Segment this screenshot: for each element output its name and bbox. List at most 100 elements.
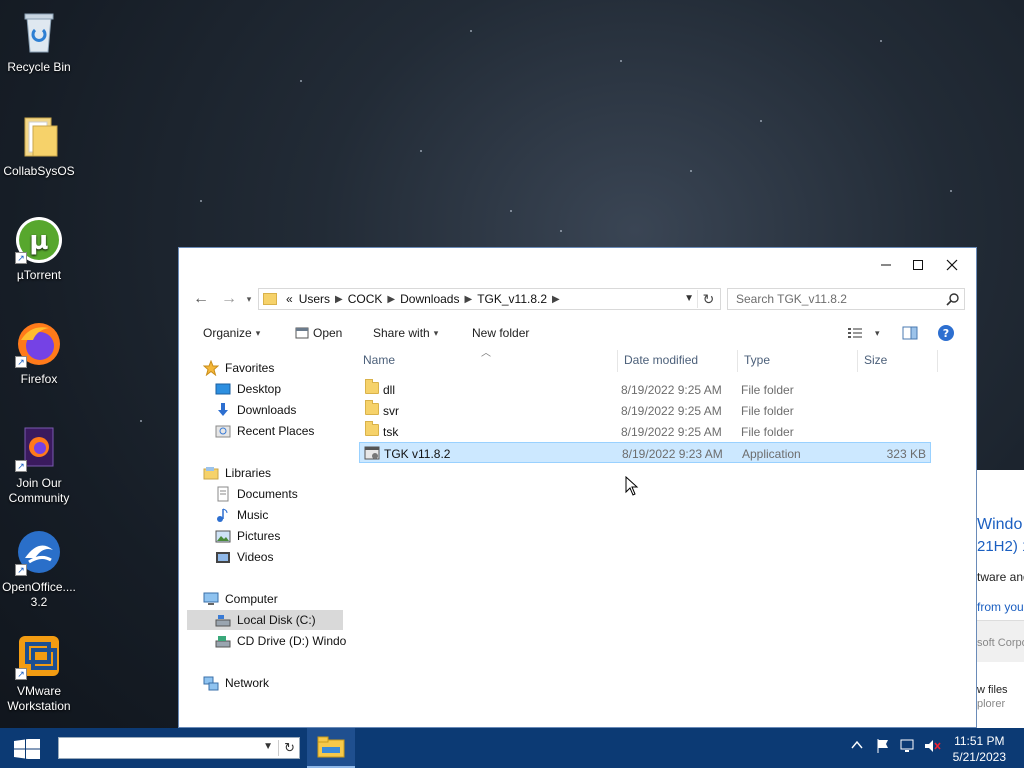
change-view-button[interactable]: ▾ <box>847 326 880 340</box>
desktop-icon-recycle-bin[interactable]: Recycle Bin <box>2 8 76 75</box>
background-window[interactable]: Windo 21H2) 1 tware and from you soft Co… <box>972 470 1024 728</box>
shortcut-arrow-icon: ↗ <box>15 252 27 264</box>
nav-network[interactable]: Network <box>203 673 269 693</box>
column-header-date-modified[interactable]: Date modified <box>624 353 698 367</box>
taskbar-search-input[interactable]: ▼ ↻ <box>58 737 300 759</box>
organize-button[interactable]: Organize ▾ <box>203 326 260 340</box>
address-overflow[interactable]: « <box>286 292 293 306</box>
desktop-icon-utorrent[interactable]: µ ↗ µTorrent <box>2 216 76 283</box>
chevron-right-icon[interactable]: ▶ <box>335 294 343 305</box>
background-text: Windo <box>977 516 1023 533</box>
firefox-icon: ↗ <box>15 320 63 368</box>
title-bar[interactable] <box>179 248 976 282</box>
preview-pane-button[interactable] <box>902 326 918 340</box>
utorrent-icon: µ ↗ <box>15 216 63 264</box>
minimize-button[interactable] <box>871 254 901 276</box>
nav-label: Libraries <box>225 466 272 480</box>
volume-tray-button[interactable] <box>924 738 942 757</box>
forward-button[interactable]: → <box>219 288 239 310</box>
column-separator[interactable] <box>617 350 618 372</box>
file-list[interactable]: ︿ Name Date modified Type Size dll 8/19/… <box>351 348 971 728</box>
column-header-size[interactable]: Size <box>864 353 887 367</box>
nav-label: Pictures <box>237 529 281 543</box>
desktop-icon-openoffice[interactable]: ↗ OpenOffice.... 3.2 <box>2 528 76 610</box>
cd-drive-icon <box>215 633 231 649</box>
file-date: 8/19/2022 9:25 AM <box>621 425 722 439</box>
desktop-icon-label: Firefox <box>20 372 58 386</box>
openoffice-icon: ↗ <box>15 528 63 576</box>
nav-music[interactable]: Music <box>215 505 268 525</box>
help-icon: ? <box>938 325 954 341</box>
action-center-flag-button[interactable] <box>876 738 890 757</box>
nav-label: CD Drive (D:) Windo <box>237 634 347 648</box>
desktop-icon-firefox[interactable]: ↗ Firefox <box>2 320 76 387</box>
navigation-pane[interactable]: Favorites Desktop Downloads Recent Place… <box>187 354 346 728</box>
close-button[interactable] <box>937 254 967 276</box>
breadcrumb-cock[interactable]: COCK <box>348 292 383 306</box>
recent-places-icon <box>215 423 231 439</box>
breadcrumb-users[interactable]: Users <box>299 292 330 306</box>
nav-label: Downloads <box>237 403 297 417</box>
maximize-button[interactable] <box>903 254 933 276</box>
chevron-right-icon[interactable]: ▶ <box>552 294 560 305</box>
command-bar: Organize ▾ Open Share with ▾ New folder … <box>179 322 976 348</box>
file-type: File folder <box>741 383 794 397</box>
chevron-right-icon[interactable]: ▶ <box>464 294 472 305</box>
nav-label: Desktop <box>237 382 282 396</box>
folder-icon <box>263 293 277 305</box>
chevron-down-icon[interactable]: ▼ <box>263 741 273 752</box>
nav-local-disk[interactable]: Local Disk (C:) <box>187 610 343 630</box>
nav-computer[interactable]: Computer <box>203 589 278 609</box>
nav-desktop[interactable]: Desktop <box>215 379 281 399</box>
nav-videos[interactable]: Videos <box>215 547 273 567</box>
nav-recent-places[interactable]: Recent Places <box>215 421 314 441</box>
show-hidden-icons-button[interactable] <box>851 738 863 754</box>
taskbar-file-explorer-button[interactable] <box>307 728 355 768</box>
help-button[interactable]: ? <box>937 324 955 342</box>
new-folder-button[interactable]: New folder <box>472 326 529 340</box>
taskbar-clock[interactable]: 11:51 PM 5/21/2023 <box>953 733 1006 765</box>
videos-icon <box>215 549 231 565</box>
search-input[interactable]: Search TGK_v11.8.2 <box>727 288 965 310</box>
back-button[interactable]: ← <box>191 288 211 310</box>
file-row[interactable]: tsk 8/19/2022 9:25 AM File folder <box>359 421 931 442</box>
file-row[interactable]: dll 8/19/2022 9:25 AM File folder <box>359 379 931 400</box>
nav-cd-drive[interactable]: CD Drive (D:) Windo <box>215 631 346 651</box>
nav-documents[interactable]: Documents <box>215 484 298 504</box>
nav-downloads[interactable]: Downloads <box>215 400 296 420</box>
desktop-icon-vmware[interactable]: ↗ VMware Workstation <box>2 632 76 714</box>
breadcrumb-downloads[interactable]: Downloads <box>400 292 459 306</box>
refresh-button[interactable]: ↻ <box>697 290 719 308</box>
column-separator[interactable] <box>857 350 858 372</box>
nav-label: Music <box>237 508 269 522</box>
column-header-type[interactable]: Type <box>744 353 770 367</box>
nav-favorites[interactable]: Favorites <box>202 358 274 378</box>
search-icon[interactable] <box>946 292 960 306</box>
column-header-name[interactable]: Name <box>363 353 395 367</box>
application-icon <box>295 327 309 339</box>
desktop-icon-collabsysos[interactable]: CollabSysOS <box>2 112 76 179</box>
desktop-icon-join-our-community[interactable]: ↗ Join Our Community <box>2 424 76 506</box>
file-date: 8/19/2022 9:25 AM <box>621 404 722 418</box>
nav-pictures[interactable]: Pictures <box>215 526 280 546</box>
open-button[interactable]: Open <box>295 326 342 340</box>
application-icon <box>364 446 380 460</box>
file-row-selected[interactable]: TGK v11.8.2 8/19/2022 9:23 AM Applicatio… <box>359 442 931 463</box>
column-separator[interactable] <box>937 350 938 372</box>
nav-label: Computer <box>225 592 278 606</box>
recent-locations-button[interactable]: ▾ <box>239 288 259 310</box>
address-bar[interactable]: « Users ▶ COCK ▶ Downloads ▶ TGK_v11.8.2… <box>258 288 721 310</box>
column-separator[interactable] <box>737 350 738 372</box>
network-tray-button[interactable] <box>900 738 916 757</box>
address-dropdown-icon[interactable]: ▼ <box>684 293 694 304</box>
share-with-button[interactable]: Share with ▾ <box>373 326 438 340</box>
breadcrumb-tgk[interactable]: TGK_v11.8.2 <box>477 292 547 306</box>
explorer-window[interactable]: ← → ▾ « Users ▶ COCK ▶ Downloads ▶ TGK_v… <box>178 247 977 728</box>
start-button[interactable] <box>14 737 40 762</box>
file-name: tsk <box>383 425 399 439</box>
folder-icon <box>365 400 379 415</box>
refresh-icon[interactable]: ↻ <box>278 740 295 756</box>
nav-libraries[interactable]: Libraries <box>203 463 271 483</box>
file-row[interactable]: svr 8/19/2022 9:25 AM File folder <box>359 400 931 421</box>
chevron-right-icon[interactable]: ▶ <box>387 294 395 305</box>
